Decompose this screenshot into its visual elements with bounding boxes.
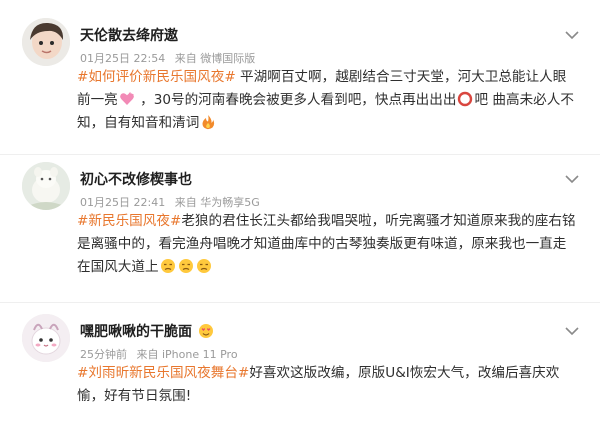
heart-emoji-icon: [119, 91, 135, 107]
comment-meta: 01月25日 22:41 来自 华为畅享5G: [80, 194, 266, 210]
comment-date: 01月25日 22:54: [80, 52, 166, 65]
topic-link[interactable]: #刘雨昕新民乐国风夜舞台#: [77, 365, 249, 381]
love-face-emoji-icon: [198, 323, 214, 339]
comment-text: #新民乐国风夜#老狼的君住长江头都给我唱哭啦，听完离骚才知道原来我的座右铭是离骚…: [77, 210, 577, 279]
divider: [0, 302, 600, 303]
chevron-down-icon[interactable]: [564, 326, 580, 336]
avatar[interactable]: [22, 162, 70, 210]
fire-emoji-icon: [200, 114, 216, 130]
comment-text: #如何评价新民乐国风夜# 平湖啊百丈啊，越剧结合三寸天堂，河大卫总能让人眼前一亮…: [77, 66, 577, 135]
comment-text: #刘雨昕新民乐国风夜舞台#好喜欢这版改编，原版U&I恢宏大气，改编后喜庆欢愉，好…: [77, 362, 577, 408]
comment-date: 01月25日 22:41: [80, 196, 166, 209]
sad-face-emoji-icon: [178, 258, 194, 274]
avatar[interactable]: [22, 314, 70, 362]
topic-link[interactable]: #新民乐国风夜#: [77, 213, 181, 229]
chevron-down-icon[interactable]: [564, 174, 580, 184]
sad-face-emoji-icon: [160, 258, 176, 274]
comment-meta: 25分钟前 来自 iPhone 11 Pro: [80, 346, 244, 362]
topic-link[interactable]: #如何评价新民乐国风夜#: [77, 69, 236, 85]
username[interactable]: 初心不改修楔事也: [80, 169, 192, 189]
comment-feed: 天伦散去绛府遨 01月25日 22:54 来自 微博国际版 #如何评价新民乐国风…: [0, 0, 600, 422]
chevron-down-icon[interactable]: [564, 30, 580, 40]
avatar[interactable]: [22, 18, 70, 66]
comment-text-part: ，30号的河南春晚会被更多人看到吧，快点再出出出: [135, 92, 457, 108]
username-text: 嘿肥啾啾的干脆面: [80, 324, 192, 340]
comment-source: 来自 微博国际版: [174, 52, 256, 65]
comment-meta: 01月25日 22:54 来自 微博国际版: [80, 50, 261, 66]
circle-emoji-icon: [457, 91, 473, 107]
sad-face-emoji-icon: [196, 258, 212, 274]
username[interactable]: 嘿肥啾啾的干脆面: [80, 321, 215, 341]
comment-date: 25分钟前: [80, 348, 127, 361]
comment-source: 来自 iPhone 11 Pro: [136, 348, 238, 361]
divider: [0, 154, 600, 155]
comment-source: 来自 华为畅享5G: [174, 196, 260, 209]
username[interactable]: 天伦散去绛府遨: [80, 25, 178, 45]
